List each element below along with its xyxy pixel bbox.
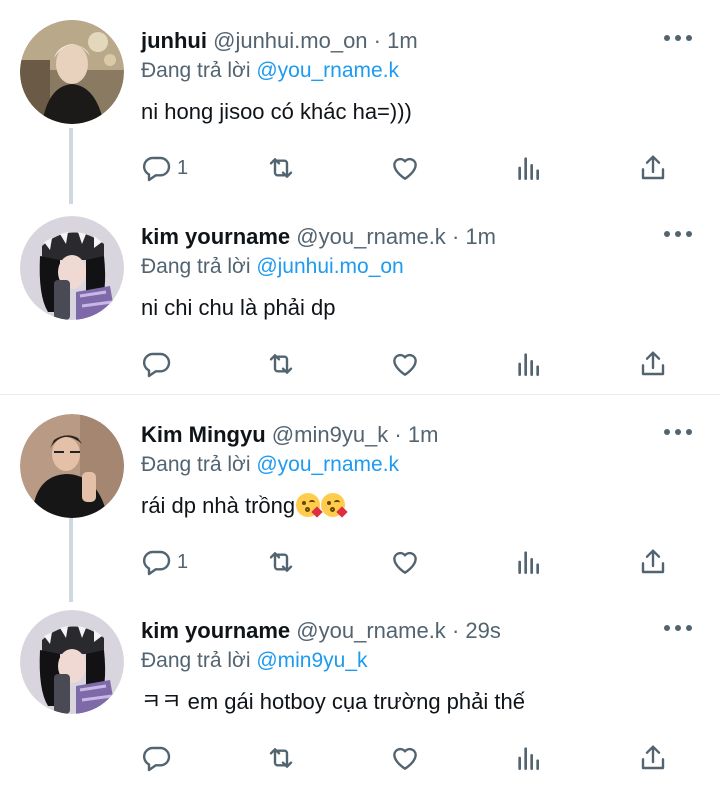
separator-dot: · xyxy=(451,224,460,249)
avatar[interactable] xyxy=(20,414,124,518)
avatar[interactable] xyxy=(20,216,124,320)
display-name[interactable]: kim yourname xyxy=(141,224,290,249)
heart-icon xyxy=(393,747,417,770)
user-handle[interactable]: @you_rname.k xyxy=(296,224,446,249)
replying-to-label: Đang trả lời xyxy=(141,453,251,476)
kissing-face-emoji-icon xyxy=(321,493,348,518)
heart-icon xyxy=(393,157,417,180)
replying-to-handle[interactable]: @you_rname.k xyxy=(256,59,399,82)
like-button[interactable] xyxy=(389,544,421,580)
user-handle[interactable]: @you_rname.k xyxy=(296,618,446,643)
thread-connector xyxy=(69,128,73,204)
reply-icon xyxy=(142,352,171,378)
timestamp[interactable]: 29s xyxy=(465,618,500,643)
reply-count: 1 xyxy=(177,156,189,179)
reply-button[interactable] xyxy=(141,346,177,382)
views-button[interactable] xyxy=(513,150,545,186)
tweet-actions: 1 xyxy=(141,544,681,580)
timestamp[interactable]: 1m xyxy=(387,28,418,53)
replying-to: Đang trả lời @you_rname.k xyxy=(141,450,700,480)
replying-to-handle[interactable]: @min9yu_k xyxy=(256,649,367,672)
tweet-actions: 1 xyxy=(141,150,681,186)
display-name[interactable]: junhui xyxy=(141,28,207,53)
share-button[interactable] xyxy=(637,740,669,776)
reply-icon xyxy=(142,746,171,772)
like-button[interactable] xyxy=(389,740,421,776)
heart-icon xyxy=(393,551,417,574)
tweet-actions xyxy=(141,346,681,382)
reply-icon xyxy=(142,156,171,182)
tweet[interactable]: Kim Mingyu @min9yu_k · 1m Đang trả lời @… xyxy=(0,394,720,602)
retweet-icon xyxy=(269,748,293,768)
timestamp[interactable]: 1m xyxy=(408,422,439,447)
replying-to-handle[interactable]: @you_rname.k xyxy=(256,453,399,476)
views-button[interactable] xyxy=(513,740,545,776)
retweet-icon xyxy=(269,158,293,178)
replying-to-handle[interactable]: @junhui.mo_on xyxy=(256,255,403,278)
analytics-icon xyxy=(518,157,539,180)
replying-to: Đang trả lời @junhui.mo_on xyxy=(141,252,700,282)
heart-icon xyxy=(393,353,417,376)
display-name[interactable]: Kim Mingyu xyxy=(141,422,266,447)
separator-dot: · xyxy=(394,422,402,447)
separator-dot: · xyxy=(451,618,460,643)
more-options-icon[interactable] xyxy=(664,620,692,636)
views-button[interactable] xyxy=(513,346,545,382)
analytics-icon xyxy=(518,353,539,376)
tweet-text-container: rái dp nhà trồng xyxy=(141,491,700,521)
share-icon xyxy=(641,549,665,574)
separator-dot: · xyxy=(373,28,381,53)
avatar[interactable] xyxy=(20,610,124,714)
tweet-text: ni chi chu là phải dp xyxy=(141,295,336,320)
tweet-text: ㅋㅋ em gái hotboy cụa trường phải thế xyxy=(141,689,525,714)
more-options-icon[interactable] xyxy=(664,424,692,440)
tweet-text: rái dp nhà trồng xyxy=(141,493,296,518)
reply-count: 1 xyxy=(177,550,189,573)
analytics-icon xyxy=(518,747,539,770)
reply-button[interactable]: 1 xyxy=(141,544,188,580)
more-options-icon[interactable] xyxy=(664,226,692,242)
replying-to: Đang trả lời @you_rname.k xyxy=(141,56,700,86)
kissing-face-emoji-icon xyxy=(296,493,323,518)
reply-button[interactable] xyxy=(141,740,177,776)
timestamp[interactable]: 1m xyxy=(465,224,496,249)
tweet[interactable]: kim yourname @you_rname.k · 1m Đang trả … xyxy=(0,196,720,392)
share-icon xyxy=(641,351,665,376)
replying-to-label: Đang trả lời xyxy=(141,255,251,278)
user-handle[interactable]: @min9yu_k xyxy=(272,422,389,447)
display-name[interactable]: kim yourname xyxy=(141,618,290,643)
tweet[interactable]: junhui @junhui.mo_on · 1m Đang trả lời @… xyxy=(0,0,720,204)
replying-to-label: Đang trả lời xyxy=(141,649,251,672)
tweet-actions xyxy=(141,740,681,776)
reply-icon xyxy=(142,550,171,576)
user-handle[interactable]: @junhui.mo_on xyxy=(213,28,367,53)
reply-button[interactable]: 1 xyxy=(141,150,188,186)
retweet-icon xyxy=(269,552,293,572)
replying-to-label: Đang trả lời xyxy=(141,59,251,82)
more-options-icon[interactable] xyxy=(664,30,692,46)
like-button[interactable] xyxy=(389,346,421,382)
like-button[interactable] xyxy=(389,150,421,186)
retweet-button[interactable] xyxy=(265,740,297,776)
share-button[interactable] xyxy=(637,544,669,580)
replying-to: Đang trả lời @min9yu_k xyxy=(141,646,700,676)
views-button[interactable] xyxy=(513,544,545,580)
avatar[interactable] xyxy=(20,20,124,124)
share-button[interactable] xyxy=(637,150,669,186)
retweet-button[interactable] xyxy=(265,150,297,186)
share-icon xyxy=(641,155,665,180)
share-button[interactable] xyxy=(637,346,669,382)
tweet-text: ni hong jisoo có khác ha=))) xyxy=(141,99,412,124)
tweet[interactable]: kim yourname @you_rname.k · 29s Đang trả… xyxy=(0,590,720,786)
share-icon xyxy=(641,745,665,770)
analytics-icon xyxy=(518,551,539,574)
retweet-icon xyxy=(269,354,293,374)
retweet-button[interactable] xyxy=(265,346,297,382)
retweet-button[interactable] xyxy=(265,544,297,580)
